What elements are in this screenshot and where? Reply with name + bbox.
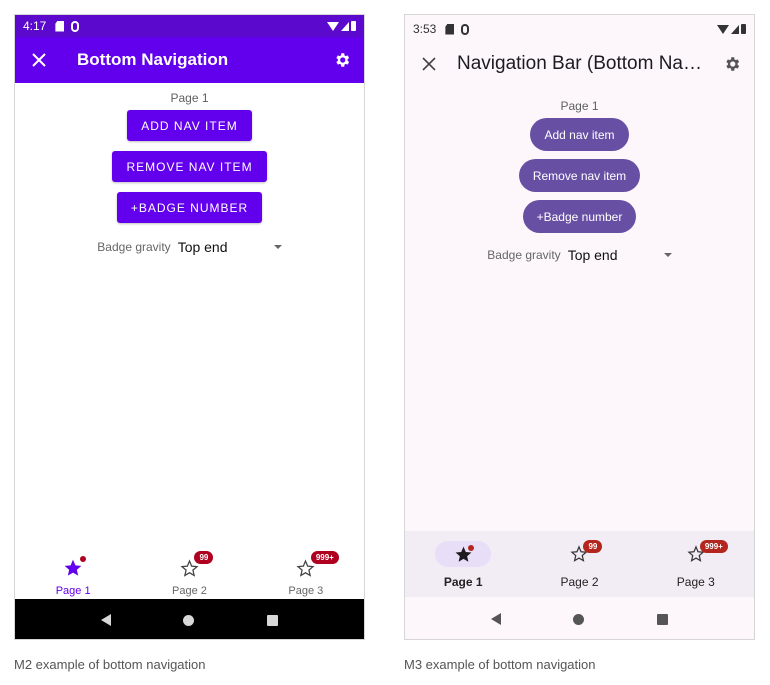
- settings-button[interactable]: [710, 41, 754, 87]
- badge-gravity-row: Badge gravity Top end: [97, 239, 282, 255]
- status-bar: 3:53: [405, 18, 754, 40]
- remove-nav-item-button[interactable]: Remove nav item: [518, 159, 641, 192]
- active-indicator: [435, 541, 492, 567]
- back-triangle-icon[interactable]: [491, 613, 502, 625]
- wifi-icon: [327, 21, 339, 31]
- nav-item-page-3[interactable]: 999+ Page 3: [638, 531, 754, 597]
- back-triangle-icon[interactable]: [101, 614, 112, 626]
- m2-caption: M2 example of bottom navigation: [14, 657, 206, 672]
- badge-gravity-row: Badge gravity Top end: [487, 247, 672, 263]
- top-app-bar: Navigation Bar (Bottom Navi...: [405, 41, 754, 87]
- badge-number-button[interactable]: +Badge number: [116, 192, 263, 223]
- wifi-icon: [717, 24, 729, 34]
- page-label: Page 1: [170, 91, 209, 105]
- system-navigation-bar: [405, 597, 754, 639]
- badge-number-button[interactable]: +Badge number: [522, 200, 637, 233]
- page-label: Page 1: [560, 99, 599, 113]
- nav-item-label: Page 3: [288, 585, 324, 597]
- main-content: Page 1 Add nav item Remove nav item +Bad…: [405, 99, 754, 263]
- system-navigation-bar: [15, 599, 364, 639]
- m3-phone-screenshot: 3:53 Navigation Bar (Bottom Navi... Page…: [404, 14, 755, 640]
- sync-icon: [71, 20, 80, 32]
- nav-item-label: Page 3: [676, 575, 715, 589]
- gear-icon: [336, 53, 350, 67]
- page-title: Navigation Bar (Bottom Navi...: [457, 53, 710, 74]
- navigation-bar: Page 1 99 Page 2 999+ Page 3: [405, 531, 754, 597]
- bottom-navigation: Page 1 99 Page 2 999+ Page 3: [15, 543, 364, 599]
- close-button[interactable]: [15, 37, 63, 83]
- close-icon: [422, 57, 436, 71]
- home-circle-icon[interactable]: [183, 614, 195, 626]
- battery-icon: [741, 24, 746, 34]
- dropdown-arrow-icon[interactable]: [663, 253, 672, 257]
- nav-item-label: Page 2: [172, 585, 207, 597]
- nav-item-page-2[interactable]: 99 Page 2: [521, 531, 637, 597]
- cell-signal-icon: [731, 24, 739, 34]
- badge-gravity-label: Badge gravity: [487, 248, 561, 262]
- page-title: Bottom Navigation: [77, 50, 229, 69]
- badge-gravity-dropdown[interactable]: Top end: [178, 239, 274, 255]
- nav-item-label: Page 1: [55, 585, 91, 597]
- count-badge: 99: [194, 551, 214, 564]
- sync-icon: [461, 23, 470, 35]
- sdcard-icon: [55, 20, 65, 32]
- dot-badge: [80, 556, 87, 562]
- status-time: 4:17: [23, 19, 47, 33]
- top-app-bar: Bottom Navigation: [15, 37, 364, 83]
- nav-item-page-2[interactable]: 99 Page 2: [131, 543, 247, 599]
- settings-button[interactable]: [320, 37, 364, 83]
- close-icon: [32, 53, 46, 67]
- nav-item-page-1[interactable]: Page 1: [405, 531, 521, 597]
- status-time: 3:53: [413, 22, 437, 36]
- recents-square-icon[interactable]: [656, 613, 668, 625]
- sdcard-icon: [445, 23, 455, 35]
- badge-gravity-dropdown[interactable]: Top end: [568, 247, 664, 263]
- nav-item-label: Page 1: [443, 575, 483, 589]
- add-nav-item-button[interactable]: Add nav item: [530, 118, 629, 151]
- battery-icon: [351, 21, 356, 31]
- nav-item-page-1[interactable]: Page 1: [15, 543, 131, 599]
- count-badge: 999+: [310, 551, 339, 564]
- status-bar: 4:17: [15, 15, 364, 37]
- recents-square-icon[interactable]: [266, 614, 278, 626]
- remove-nav-item-button[interactable]: Remove nav item: [112, 151, 267, 182]
- cell-signal-icon: [341, 21, 349, 31]
- nav-item-page-3[interactable]: 999+ Page 3: [248, 543, 364, 599]
- nav-item-label: Page 2: [560, 575, 599, 589]
- m3-caption: M3 example of bottom navigation: [404, 657, 596, 672]
- close-button[interactable]: [405, 41, 453, 87]
- dot-badge: [468, 545, 475, 551]
- m2-phone-screenshot: 4:17 Bottom Navigation Page 1 Add nav it…: [14, 14, 365, 640]
- count-badge: 999+: [699, 540, 728, 553]
- gear-icon: [726, 57, 740, 71]
- badge-gravity-label: Badge gravity: [97, 240, 171, 254]
- dropdown-arrow-icon[interactable]: [273, 245, 282, 249]
- add-nav-item-button[interactable]: Add nav item: [127, 110, 252, 141]
- count-badge: 99: [583, 540, 603, 553]
- main-content: Page 1 Add nav item Remove nav item +Bad…: [15, 91, 364, 255]
- home-circle-icon[interactable]: [573, 613, 585, 625]
